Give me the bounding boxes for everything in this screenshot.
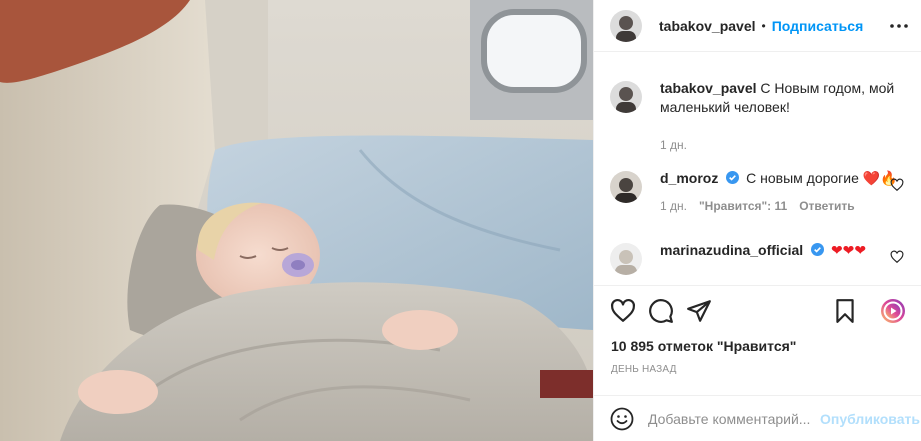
- verified-badge-icon: [811, 243, 825, 256]
- author-avatar[interactable]: [610, 9, 642, 42]
- heart-icon[interactable]: [610, 298, 636, 324]
- sleeping-baby-image: [0, 0, 593, 441]
- comment-likes-count[interactable]: "Нравится": 11: [699, 197, 787, 216]
- more-horizontal-icon[interactable]: [888, 15, 910, 37]
- caption-time[interactable]: 1 дн.: [660, 136, 687, 155]
- separator-dot: •: [761, 18, 766, 33]
- instagram-post: tabakov_pavel • Подписаться tabakov_pave…: [0, 0, 921, 441]
- add-comment-input[interactable]: [648, 410, 818, 427]
- post-side-panel: tabakov_pavel • Подписаться tabakov_pave…: [593, 0, 921, 441]
- reply-button[interactable]: Ответить: [799, 197, 854, 216]
- avatar-image: [610, 9, 642, 42]
- caption-username[interactable]: tabakov_pavel: [660, 80, 757, 96]
- post-date[interactable]: ДЕНЬ НАЗАД: [611, 364, 677, 375]
- caption-item: tabakov_pavel С Новым годом, мой маленьк…: [610, 79, 910, 155]
- paper-plane-icon[interactable]: [686, 298, 712, 324]
- add-comment-bar: Опубликовать: [594, 395, 921, 441]
- comment-username[interactable]: d_moroz: [660, 170, 718, 186]
- comment-username[interactable]: marinazudina_official: [660, 242, 803, 258]
- post-header: tabakov_pavel • Подписаться: [594, 0, 921, 52]
- verified-badge-icon: [726, 171, 740, 184]
- comment-like-heart-icon[interactable]: [890, 250, 904, 264]
- publish-button[interactable]: Опубликовать: [820, 411, 920, 427]
- comment-icon[interactable]: [648, 298, 674, 324]
- author-username[interactable]: tabakov_pavel: [659, 18, 756, 34]
- post-photo[interactable]: [0, 0, 593, 441]
- comment-like-heart-icon[interactable]: [890, 178, 904, 192]
- likes-count[interactable]: 10 895 отметок "Нравится": [611, 338, 796, 354]
- caption-author-avatar[interactable]: [610, 81, 642, 113]
- comment-emoji: ❤❤❤: [830, 242, 867, 258]
- commenter-avatar[interactable]: [610, 243, 642, 275]
- follow-button[interactable]: Подписаться: [772, 18, 864, 34]
- comments-list[interactable]: tabakov_pavel С Новым годом, мой маленьк…: [594, 53, 921, 285]
- comment-item: d_moroz С новым дорогие ❤️🔥 1 дн. "Нрави…: [610, 169, 910, 216]
- avatar-image: [610, 243, 642, 275]
- emoji-smile-icon[interactable]: [610, 407, 634, 431]
- post-actions-bar: [594, 285, 921, 333]
- reels-icon[interactable]: [880, 298, 906, 324]
- avatar-image: [610, 171, 642, 203]
- bookmark-icon[interactable]: [832, 298, 858, 324]
- commenter-avatar[interactable]: [610, 171, 642, 203]
- comment-text: С новым дорогие: [746, 170, 859, 186]
- comment-item: marinazudina_official ❤❤❤: [610, 241, 910, 275]
- comment-time[interactable]: 1 дн.: [660, 197, 687, 216]
- avatar-image: [610, 81, 642, 113]
